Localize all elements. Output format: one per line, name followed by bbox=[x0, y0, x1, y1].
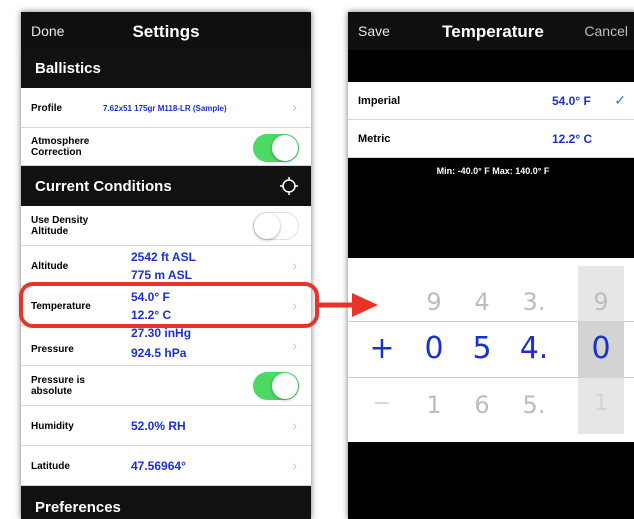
picker-digit[interactable]: 5 bbox=[462, 331, 502, 366]
chevron-right-icon: › bbox=[292, 257, 297, 273]
toggle-knob bbox=[272, 135, 298, 161]
metric-row[interactable]: Metric 12.2° C bbox=[348, 120, 634, 158]
pressure-row[interactable]: Pressure 27.30 inHg 924.5 hPa › bbox=[21, 326, 311, 366]
chevron-right-icon: › bbox=[292, 457, 297, 473]
humidity-value: 52.0% RH bbox=[131, 419, 186, 433]
crosshair-icon[interactable] bbox=[279, 176, 299, 201]
row-label: Use Density Altitude bbox=[31, 215, 89, 237]
temperature-picker[interactable]: 9 4 3. 9 + 0 5 4. 0 − 1 6 5. 1 bbox=[348, 258, 634, 442]
section-title: Preferences bbox=[35, 499, 121, 516]
latitude-row[interactable]: Latitude 47.56964° › bbox=[21, 446, 311, 486]
altitude-ft-value: 2542 ft ASL bbox=[131, 250, 196, 264]
chevron-right-icon: › bbox=[292, 99, 297, 115]
imperial-label: Imperial bbox=[358, 95, 401, 107]
picker-digit[interactable]: 1 bbox=[414, 391, 454, 419]
toggle-knob bbox=[272, 373, 298, 399]
picker-digit[interactable]: 4. bbox=[514, 331, 554, 366]
picker-digit[interactable]: 1 bbox=[581, 391, 621, 416]
pressure-absolute-row: Pressure is absolute bbox=[21, 366, 311, 406]
chevron-right-icon: › bbox=[292, 337, 297, 353]
row-label: Profile bbox=[31, 103, 63, 114]
row-label: Temperature bbox=[31, 301, 91, 312]
row-label: Latitude bbox=[31, 461, 70, 472]
profile-value: 7.62x51 175gr M118-LR (Sample) bbox=[103, 104, 227, 113]
imperial-value: 54.0° F bbox=[552, 94, 591, 108]
row-label: Humidity bbox=[31, 421, 74, 432]
picker-digit[interactable]: 9 bbox=[581, 288, 621, 316]
density-altitude-toggle[interactable] bbox=[253, 212, 299, 240]
picker-digit[interactable]: 4 bbox=[462, 288, 502, 316]
temperature-screen: Save Temperature Cancel Imperial 54.0° F… bbox=[348, 12, 634, 519]
metric-label: Metric bbox=[358, 133, 391, 145]
picker-digit[interactable]: 0 bbox=[414, 331, 454, 366]
profile-row[interactable]: Profile 7.62x51 175gr M118-LR (Sample) › bbox=[21, 88, 311, 128]
picker-digit[interactable]: 0 bbox=[581, 331, 621, 366]
humidity-row[interactable]: Humidity 52.0% RH › bbox=[21, 406, 311, 446]
section-ballistics: Ballistics bbox=[21, 50, 311, 88]
row-label: Pressure bbox=[31, 344, 74, 355]
page-title: Settings bbox=[132, 22, 200, 41]
temperature-c-value: 12.2° C bbox=[131, 308, 172, 322]
temperature-row[interactable]: Temperature 54.0° F 12.2° C › bbox=[21, 286, 311, 326]
checkmark-icon: ✓ bbox=[614, 92, 626, 108]
metric-value: 12.2° C bbox=[552, 132, 593, 146]
temperature-f-value: 54.0° F bbox=[131, 290, 170, 304]
picker-digit[interactable]: 9 bbox=[414, 288, 454, 316]
cancel-button[interactable]: Cancel bbox=[584, 23, 628, 39]
picker-digit[interactable]: 5. bbox=[514, 391, 554, 419]
section-title: Current Conditions bbox=[35, 178, 172, 195]
chevron-right-icon: › bbox=[292, 297, 297, 313]
altitude-m-value: 775 m ASL bbox=[131, 268, 192, 282]
picker-digit[interactable]: 6 bbox=[462, 391, 502, 419]
section-preferences: Preferences bbox=[21, 486, 311, 519]
pressure-hpa-value: 924.5 hPa bbox=[131, 346, 187, 360]
section-title: Ballistics bbox=[35, 60, 101, 77]
settings-screen: Done Settings Ballistics Profile 7.62x51… bbox=[21, 12, 311, 519]
settings-navbar: Done Settings bbox=[21, 12, 311, 50]
chevron-right-icon: › bbox=[292, 417, 297, 433]
section-current-conditions: Current Conditions bbox=[21, 166, 311, 206]
range-text: Min: -40.0° F Max: 140.0° F bbox=[436, 166, 550, 176]
pressure-inhg-value: 27.30 inHg bbox=[131, 326, 192, 340]
atmosphere-correction-toggle[interactable] bbox=[253, 134, 299, 162]
temperature-navbar: Save Temperature Cancel bbox=[348, 12, 634, 50]
density-altitude-row: Use Density Altitude bbox=[21, 206, 311, 246]
pressure-absolute-toggle[interactable] bbox=[253, 372, 299, 400]
atmosphere-correction-row: Atmosphere Correction bbox=[21, 128, 311, 166]
imperial-row[interactable]: Imperial 54.0° F ✓ bbox=[348, 82, 634, 120]
picker-sign[interactable]: − bbox=[362, 391, 402, 416]
picker-digit[interactable]: 3. bbox=[514, 288, 554, 316]
altitude-row[interactable]: Altitude 2542 ft ASL 775 m ASL › bbox=[21, 246, 311, 286]
picker-sign[interactable]: + bbox=[362, 331, 402, 366]
row-label: Atmosphere Correction bbox=[31, 136, 90, 158]
row-label: Pressure is absolute bbox=[31, 375, 85, 397]
row-label: Altitude bbox=[31, 261, 69, 272]
toggle-knob bbox=[254, 213, 280, 239]
latitude-value: 47.56964° bbox=[131, 459, 186, 473]
